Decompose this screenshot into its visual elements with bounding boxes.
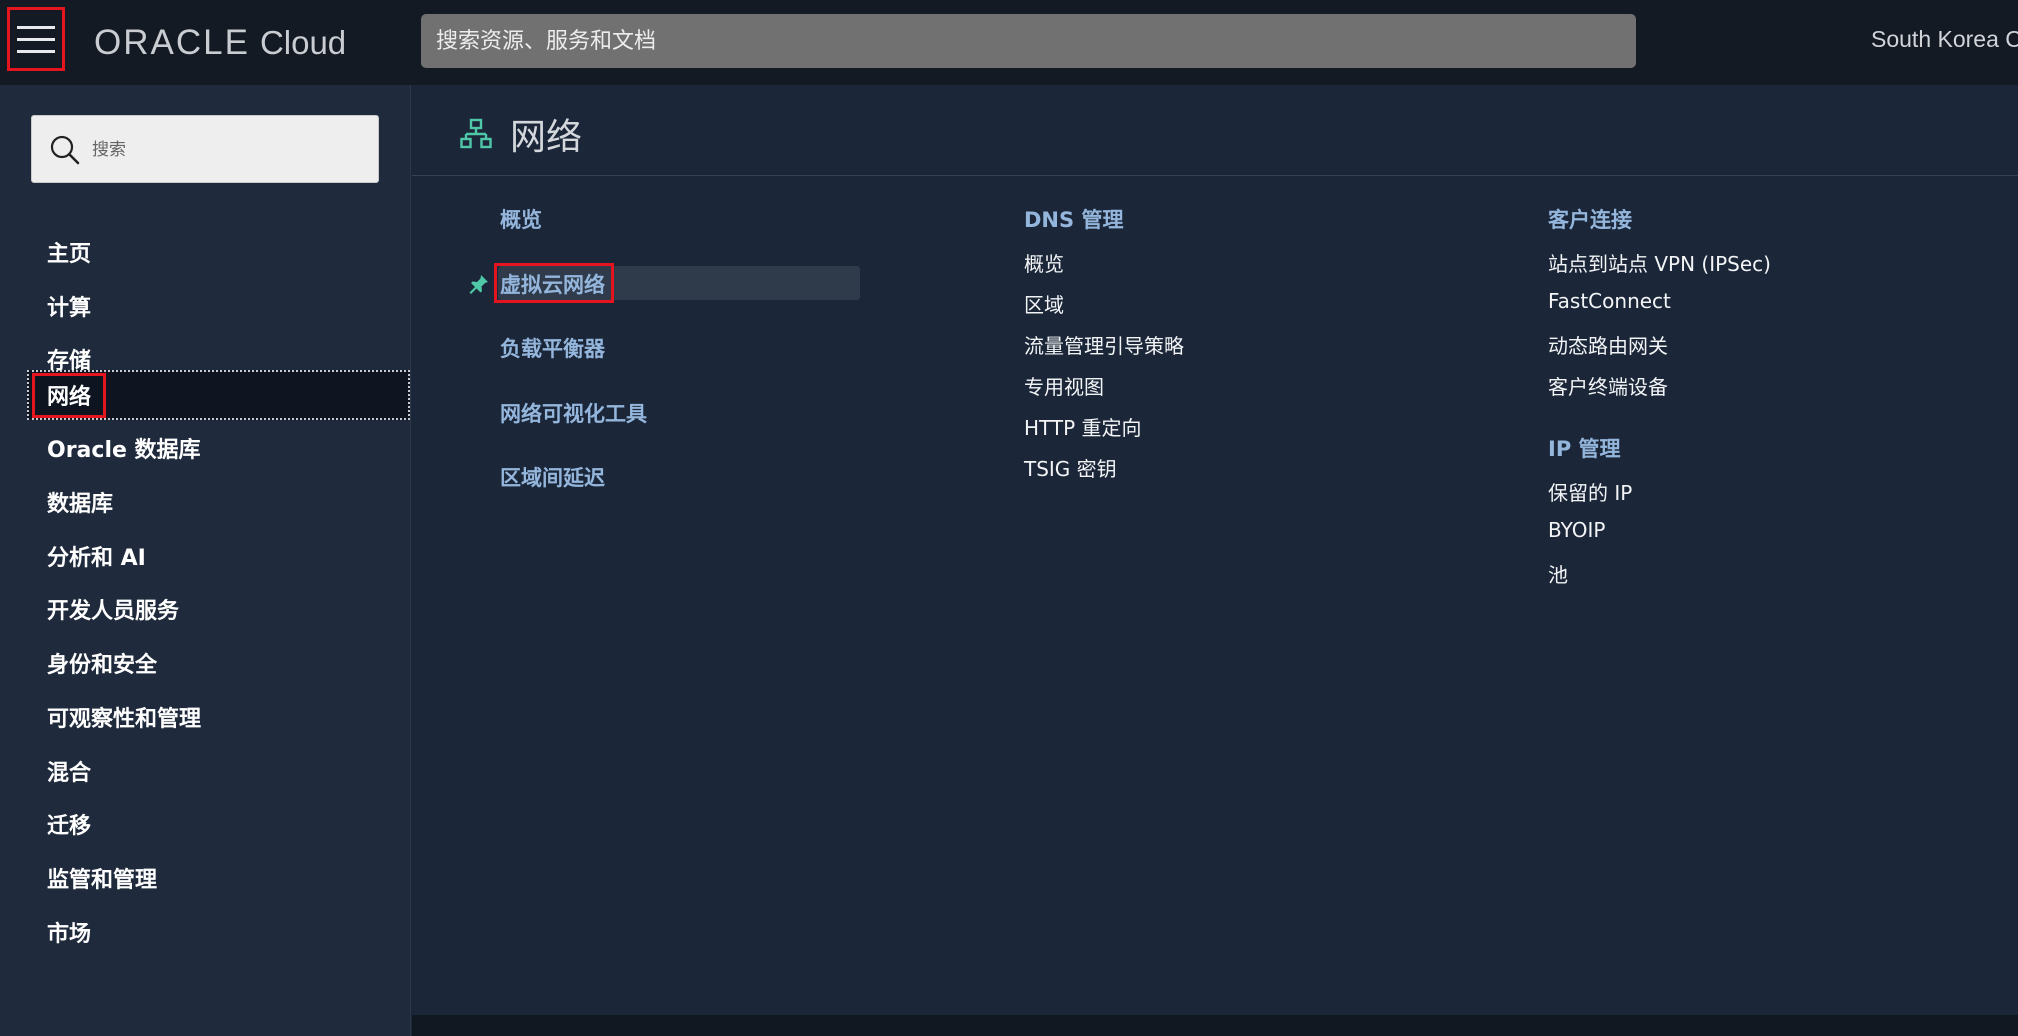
sidebar-item-oracle-database[interactable]: Oracle 数据库 — [47, 429, 201, 467]
search-icon — [50, 135, 80, 165]
link-network-visualizer[interactable]: 网络可视化工具 — [500, 398, 647, 428]
network-icon — [460, 118, 492, 149]
ip-item-pools[interactable]: 池 — [1548, 559, 1568, 588]
sidebar-item-governance[interactable]: 监管和管理 — [47, 859, 157, 897]
sidebar-item-home[interactable]: 主页 — [47, 233, 91, 271]
global-search-input[interactable] — [421, 14, 1636, 68]
ip-item-reserved-ips[interactable]: 保留的 IP — [1548, 477, 1632, 506]
dns-item-traffic-steering[interactable]: 流量管理引导策略 — [1024, 330, 1184, 359]
dns-item-zones[interactable]: 区域 — [1024, 289, 1064, 318]
logo-product: Cloud — [259, 24, 347, 61]
sidebar-search-input[interactable] — [92, 130, 362, 170]
sidebar-item-storage[interactable]: 存储 — [47, 340, 91, 378]
sidebar-item-migration[interactable]: 迁移 — [47, 805, 91, 843]
sidebar-item-analytics-ai[interactable]: 分析和 AI — [47, 537, 146, 575]
sidebar-item-observability[interactable]: 可观察性和管理 — [47, 698, 201, 736]
link-overview[interactable]: 概览 — [500, 204, 542, 234]
ip-item-byoip[interactable]: BYOIP — [1548, 518, 1605, 542]
dns-item-http-redirects[interactable]: HTTP 重定向 — [1024, 412, 1142, 441]
highlight-box — [494, 263, 614, 303]
sidebar-item-databases[interactable]: 数据库 — [47, 483, 113, 521]
top-bar: ORACLE Cloud South Korea C — [0, 0, 2018, 85]
dns-item-private-views[interactable]: 专用视图 — [1024, 371, 1104, 400]
link-load-balancers[interactable]: 负载平衡器 — [500, 333, 605, 363]
sidebar-item-marketplace[interactable]: 市场 — [47, 913, 91, 951]
conn-item-site-to-site-vpn[interactable]: 站点到站点 VPN (IPSec) — [1548, 248, 1771, 277]
pin-icon[interactable] — [468, 273, 490, 295]
customer-connectivity-heading: 客户连接 — [1548, 208, 1632, 232]
link-inter-region-latency[interactable]: 区域间延迟 — [500, 462, 605, 492]
page-header: 网络 — [412, 85, 2018, 176]
sidebar-search[interactable] — [31, 115, 379, 183]
dns-item-tsig-keys[interactable]: TSIG 密钥 — [1024, 453, 1117, 482]
navigation-sidebar: 主页 计算 存储 网络 Oracle 数据库 数据库 分析和 AI 开发人员服务… — [0, 85, 411, 1036]
sidebar-item-identity-security[interactable]: 身份和安全 — [47, 644, 157, 682]
dns-item-overview[interactable]: 概览 — [1024, 248, 1064, 277]
logo-brand: ORACLE — [94, 23, 250, 62]
page-title: 网络 — [510, 117, 583, 158]
oracle-cloud-logo[interactable]: ORACLE Cloud — [94, 20, 346, 66]
sidebar-item-hybrid[interactable]: 混合 — [47, 752, 91, 790]
menu-icon[interactable] — [7, 7, 65, 71]
sidebar-item-compute[interactable]: 计算 — [47, 287, 91, 325]
conn-item-drg[interactable]: 动态路由网关 — [1548, 330, 1668, 359]
dns-management-heading: DNS 管理 — [1024, 208, 1124, 232]
region-selector[interactable]: South Korea C — [1871, 26, 2018, 53]
conn-item-cpe[interactable]: 客户终端设备 — [1548, 371, 1668, 400]
ip-management-heading: IP 管理 — [1548, 437, 1621, 461]
sidebar-item-networking[interactable]: 网络 — [47, 376, 91, 414]
main-panel: 网络 概览 虚拟云网络 负载平衡器 网络可视化工具 区域间延迟 DNS 管理 概… — [412, 85, 2018, 1015]
bottom-strip — [412, 1015, 2018, 1036]
conn-item-fastconnect[interactable]: FastConnect — [1548, 289, 1671, 313]
sidebar-item-developer-services[interactable]: 开发人员服务 — [47, 590, 179, 628]
